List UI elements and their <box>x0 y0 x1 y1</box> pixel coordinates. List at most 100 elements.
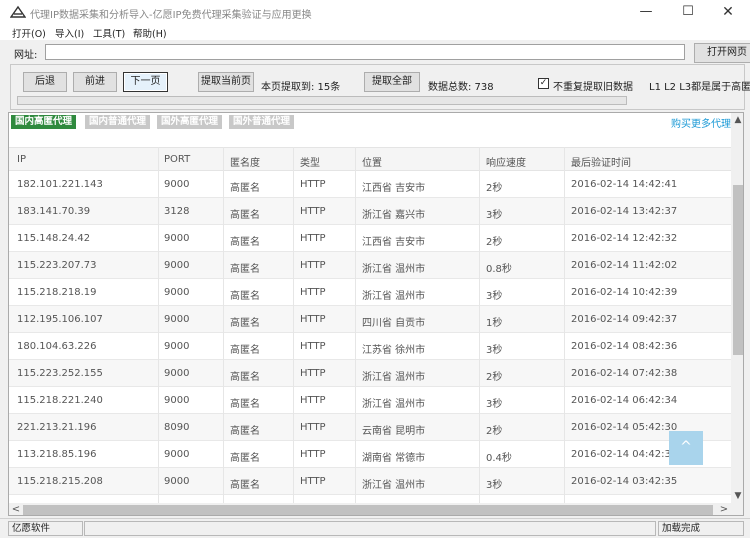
cell-type: HTTP <box>300 179 326 190</box>
cell-location: 浙江省 温州市 <box>362 291 426 302</box>
table-row[interactable]: 183.141.70.39 3128 高匿名 HTTP 浙江省 嘉兴市 3秒 2016-02… <box>9 198 731 225</box>
cell-speed: 2秒 <box>486 183 503 194</box>
cell-location: 江苏省 徐州市 <box>362 345 426 356</box>
cell-type: HTTP <box>300 368 326 379</box>
table-row[interactable]: 112.195.106.107 9000 高匿名 HTTP 四川省 自贡市 1秒 2016-… <box>9 306 731 333</box>
status-middle <box>84 521 656 536</box>
horizontal-scrollbar[interactable]: < > <box>9 503 731 515</box>
cell-port: 8090 <box>164 422 190 433</box>
maximize-button[interactable]: ☐ <box>668 0 708 24</box>
table-row[interactable]: 180.104.63.226 9000 高匿名 HTTP 江苏省 徐州市 3秒 2016-0… <box>9 333 731 360</box>
cell-anonymity: 高匿名 <box>230 237 260 248</box>
cell-speed: 3秒 <box>486 291 503 302</box>
cell-type: HTTP <box>300 422 326 433</box>
cell-speed: 3秒 <box>486 210 503 221</box>
column-divider <box>355 147 356 515</box>
cell-anonymity: 高匿名 <box>230 345 260 356</box>
app-logo-icon <box>10 5 26 18</box>
table-row[interactable]: 182.101.221.143 9000 高匿名 HTTP 江西省 吉安市 2秒 2016-… <box>9 171 731 198</box>
cell-anonymity: 高匿名 <box>230 210 260 221</box>
next-page-button[interactable]: 下一页 <box>123 72 168 92</box>
url-input[interactable] <box>45 44 685 60</box>
fetch-all-button[interactable]: 提取全部 <box>364 72 420 92</box>
tab-domestic-elite[interactable]: 国内高匿代理 <box>11 115 77 129</box>
cell-speed: 2秒 <box>486 372 503 383</box>
cell-type: HTTP <box>300 341 326 352</box>
column-header-ip: IP <box>17 154 26 165</box>
cell-verified-time: 2016-02-14 05:42:30 <box>571 422 678 433</box>
tab-foreign-normal[interactable]: 国外普通代理 <box>229 115 295 129</box>
column-divider <box>564 147 565 515</box>
progress-bar <box>17 96 627 105</box>
cell-port: 9000 <box>164 233 190 244</box>
status-bar: 亿愿软件 加载完成 <box>0 518 750 538</box>
vertical-scroll-thumb[interactable] <box>733 185 743 355</box>
vertical-scrollbar[interactable]: ▲ ▼ <box>731 113 743 505</box>
cell-speed: 0.4秒 <box>486 453 512 464</box>
close-button[interactable]: ✕ <box>708 0 748 24</box>
horizontal-scroll-thumb[interactable] <box>23 505 713 515</box>
cell-ip: 115.218.215.208 <box>17 476 103 487</box>
tab-domestic-normal[interactable]: 国内普通代理 <box>85 115 151 129</box>
scroll-up-icon[interactable]: ▲ <box>731 113 743 127</box>
menu-tools[interactable]: 工具(T) <box>93 26 125 40</box>
cell-ip: 115.223.207.73 <box>17 260 97 271</box>
table-row[interactable]: 221.213.21.196 8090 高匿名 HTTP 云南省 昆明市 2秒 2016-0… <box>9 414 731 441</box>
cell-speed: 0.8秒 <box>486 264 512 275</box>
scroll-down-icon[interactable]: ▼ <box>731 489 743 503</box>
table-row[interactable]: 115.218.221.240 9000 高匿名 HTTP 浙江省 温州市 3秒 2016-… <box>9 387 731 414</box>
cell-ip: 221.213.21.196 <box>17 422 97 433</box>
level-note: L1 L2 L3都是属于高匿 <box>649 82 750 93</box>
forward-button[interactable]: 前进 <box>73 72 117 92</box>
cell-location: 浙江省 温州市 <box>362 372 426 383</box>
cell-location: 湖南省 常德市 <box>362 453 426 464</box>
table-row[interactable]: 115.218.218.19 9000 高匿名 HTTP 浙江省 温州市 3秒 2016-0… <box>9 279 731 306</box>
cell-type: HTTP <box>300 287 326 298</box>
cell-port: 9000 <box>164 314 190 325</box>
cell-port: 9000 <box>164 395 190 406</box>
fetch-current-page-button[interactable]: 提取当前页 <box>198 72 254 92</box>
cell-location: 江西省 吉安市 <box>362 183 426 194</box>
cell-verified-time: 2016-02-14 03:42:35 <box>571 476 678 487</box>
cell-speed: 1秒 <box>486 318 503 329</box>
menu-help[interactable]: 帮助(H) <box>133 26 167 40</box>
cell-ip: 115.148.24.42 <box>17 233 91 244</box>
table-row[interactable]: 113.218.85.196 9000 高匿名 HTTP 湖南省 常德市 0.4秒 2016… <box>9 441 731 468</box>
column-divider <box>293 147 294 515</box>
dedupe-checkbox[interactable]: ✓ <box>538 78 549 89</box>
window-title: 代理IP数据采集和分析导入-亿愿IP免费代理采集验证与应用更换 <box>30 10 312 21</box>
cell-location: 云南省 昆明市 <box>362 426 426 437</box>
scroll-right-icon[interactable]: > <box>717 503 731 515</box>
menu-open[interactable]: 打开(O) <box>12 26 46 40</box>
tab-foreign-elite[interactable]: 国外高匿代理 <box>157 115 223 129</box>
web-view[interactable]: 国内高匿代理 国内普通代理 国外高匿代理 国外普通代理 购买更多代理 IP PO… <box>8 112 744 516</box>
cell-verified-time: 2016-02-14 09:42:37 <box>571 314 678 325</box>
minimize-button[interactable]: — <box>626 0 666 24</box>
status-right: 加载完成 <box>658 521 744 536</box>
table-row[interactable]: 115.223.207.73 9000 高匿名 HTTP 浙江省 温州市 0.8秒 2016… <box>9 252 731 279</box>
chevron-up-icon: ^ <box>680 439 692 455</box>
table-row[interactable]: 115.223.252.155 9000 高匿名 HTTP 浙江省 温州市 2秒 2016-… <box>9 360 731 387</box>
table-row[interactable]: 115.148.24.42 9000 高匿名 HTTP 江西省 吉安市 2秒 2016-02… <box>9 225 731 252</box>
status-left: 亿愿软件 <box>8 521 83 536</box>
cell-ip: 115.218.218.19 <box>17 287 97 298</box>
cell-type: HTTP <box>300 260 326 271</box>
cell-anonymity: 高匿名 <box>230 318 260 329</box>
cell-location: 浙江省 温州市 <box>362 480 426 491</box>
scrollbar-corner <box>731 503 743 515</box>
cell-verified-time: 2016-02-14 04:42:36 <box>571 449 678 460</box>
cell-port: 9000 <box>164 179 190 190</box>
open-page-button[interactable]: 打开网页 <box>694 43 750 63</box>
cell-type: HTTP <box>300 206 326 217</box>
table-row[interactable]: 115.218.215.208 9000 高匿名 HTTP 浙江省 温州市 3秒 2016-… <box>9 468 731 495</box>
cell-anonymity: 高匿名 <box>230 453 260 464</box>
back-button[interactable]: 后退 <box>23 72 67 92</box>
cell-location: 江西省 吉安市 <box>362 237 426 248</box>
scroll-left-icon[interactable]: < <box>9 503 23 515</box>
cell-anonymity: 高匿名 <box>230 183 260 194</box>
buy-more-link[interactable]: 购买更多代理 <box>671 115 731 130</box>
cell-port: 9000 <box>164 368 190 379</box>
menu-import[interactable]: 导入(I) <box>55 26 84 40</box>
cell-anonymity: 高匿名 <box>230 480 260 491</box>
back-to-top-button[interactable]: ^ <box>669 431 703 465</box>
